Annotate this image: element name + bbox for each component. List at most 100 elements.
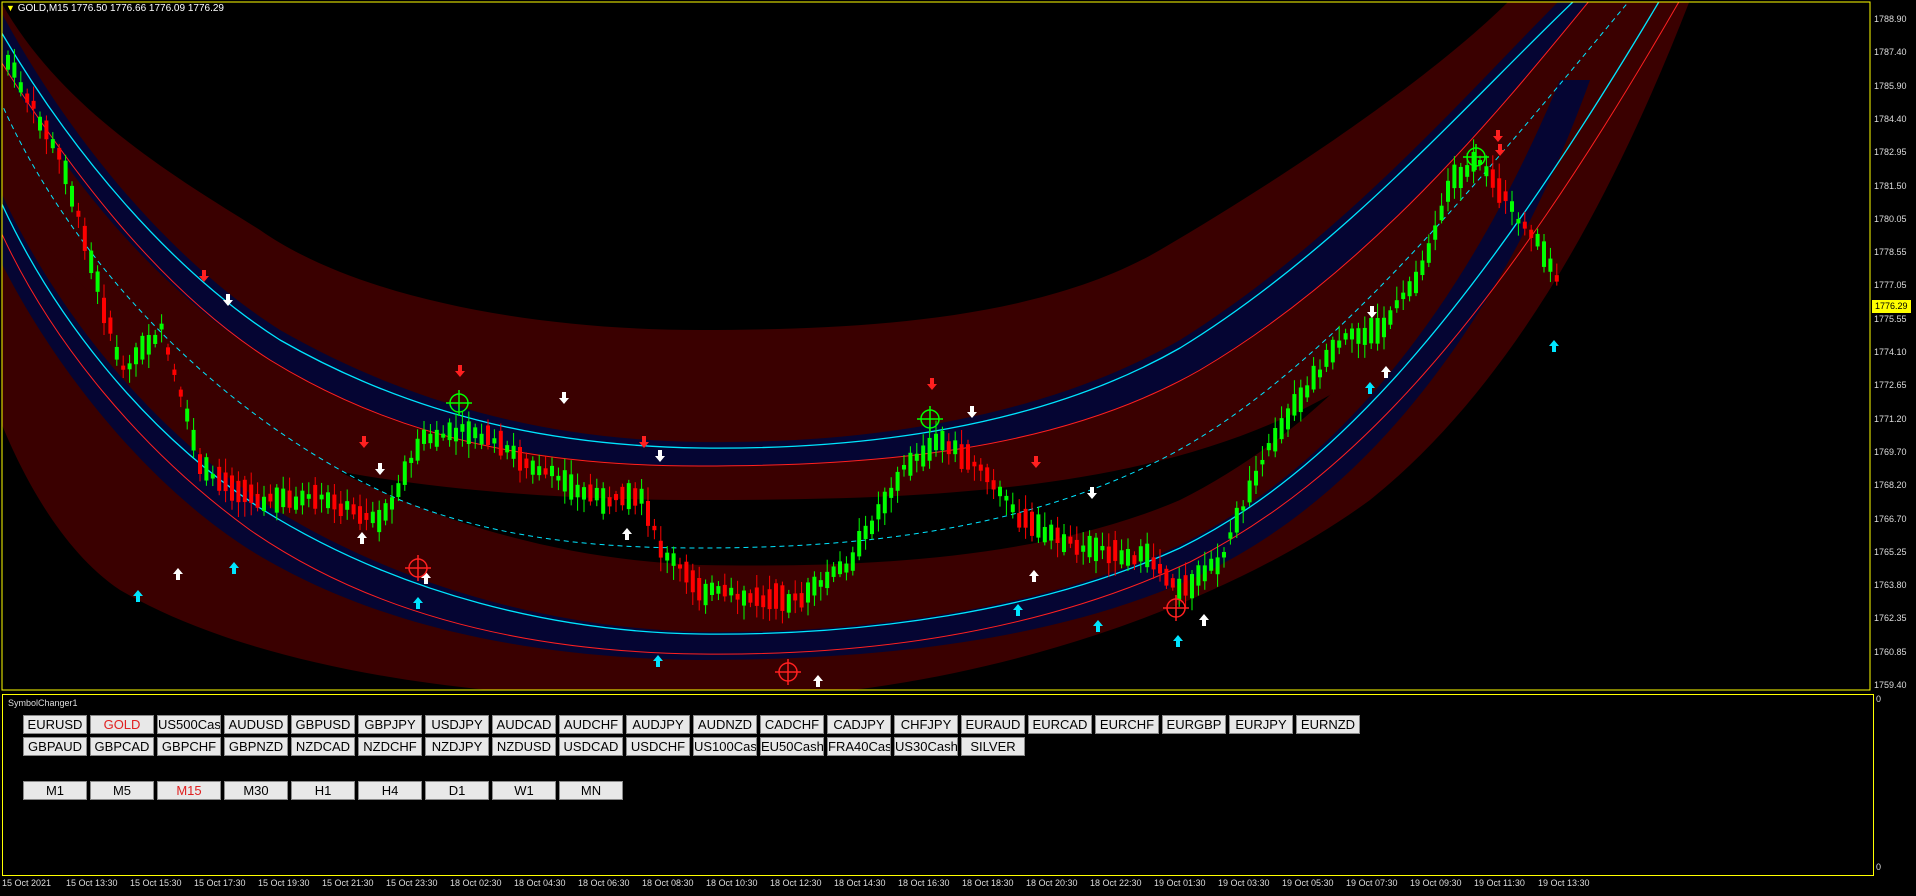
symbol-button-cadjpy[interactable]: CADJPY — [827, 715, 891, 734]
timeframe-button-d1[interactable]: D1 — [425, 781, 489, 800]
price-label: 1784.40 — [1874, 113, 1907, 124]
chart-menu-triangle-icon[interactable]: ▼ — [6, 3, 15, 13]
price-label: 1777.05 — [1874, 280, 1907, 291]
symbol-button-audchf[interactable]: AUDCHF — [559, 715, 623, 734]
symbol-button-gbpusd[interactable]: GBPUSD — [291, 715, 355, 734]
candle-body — [127, 363, 132, 370]
candle-body — [633, 488, 638, 506]
timeframe-button-h1[interactable]: H1 — [291, 781, 355, 800]
candle-body — [946, 441, 951, 455]
symbol-button-silver[interactable]: SILVER — [961, 737, 1025, 756]
candle-body — [1375, 318, 1380, 344]
symbol-button-gbpcad[interactable]: GBPCAD — [90, 737, 154, 756]
symbol-button-gbpjpy[interactable]: GBPJPY — [358, 715, 422, 734]
timeframe-button-w1[interactable]: W1 — [492, 781, 556, 800]
candle-body — [306, 494, 311, 499]
symbol-button-eurnzd[interactable]: EURNZD — [1296, 715, 1360, 734]
symbol-button-us100cash[interactable]: US100Cash — [693, 737, 757, 756]
candle-body — [1158, 563, 1162, 574]
candle-body — [441, 433, 446, 438]
symbol-button-gbpchf[interactable]: GBPCHF — [157, 737, 221, 756]
candle-body — [38, 116, 42, 131]
symbol-button-eurusd[interactable]: EURUSD — [23, 715, 87, 734]
candle-body — [281, 488, 286, 508]
candle-body — [1452, 164, 1457, 189]
candle-body — [556, 475, 561, 481]
candle-body — [620, 486, 625, 506]
candle-body — [409, 457, 414, 463]
candle-body — [684, 561, 689, 583]
symbol-button-eurgbp[interactable]: EURGBP — [1162, 715, 1226, 734]
symbol-button-audusd[interactable]: AUDUSD — [224, 715, 288, 734]
candle-body — [6, 54, 10, 70]
price-label: 1769.70 — [1874, 446, 1907, 457]
candle-body — [703, 583, 708, 606]
candle-body — [1414, 271, 1418, 294]
symbol-button-gbpnzd[interactable]: GBPNZD — [224, 737, 288, 756]
candle-body — [1337, 340, 1342, 348]
candle-body — [313, 484, 318, 509]
candle-body — [358, 506, 362, 524]
symbol-button-usdcad[interactable]: USDCAD — [559, 737, 623, 756]
symbol-button-us500cash[interactable]: US500Cash — [157, 715, 221, 734]
symbol-button-eurjpy[interactable]: EURJPY — [1229, 715, 1293, 734]
symbol-button-cadchf[interactable]: CADCHF — [760, 715, 824, 734]
candle-body — [364, 513, 369, 520]
candle-body — [1388, 310, 1393, 325]
candle-body — [844, 563, 849, 573]
candle-body — [1535, 233, 1540, 247]
candle-body — [1087, 535, 1092, 558]
candle-body — [1081, 545, 1086, 552]
symbol-button-gbpaud[interactable]: GBPAUD — [23, 737, 87, 756]
symbol-button-eu50cash[interactable]: EU50Cash — [760, 737, 824, 756]
candle-body — [966, 444, 970, 470]
symbol-button-audjpy[interactable]: AUDJPY — [626, 715, 690, 734]
time-label: 19 Oct 11:30 — [1474, 878, 1525, 888]
time-label: 19 Oct 05:30 — [1282, 878, 1334, 888]
time-label: 19 Oct 07:30 — [1346, 878, 1398, 888]
timeframe-button-m1[interactable]: M1 — [23, 781, 87, 800]
price-label: 1762.35 — [1874, 613, 1907, 624]
symbol-button-fra40cash[interactable]: FRA40Cash — [827, 737, 891, 756]
symbol-button-usdchf[interactable]: USDCHF — [626, 737, 690, 756]
candle-body — [870, 520, 874, 535]
symbol-button-nzdcad[interactable]: NZDCAD — [291, 737, 355, 756]
symbol-button-usdjpy[interactable]: USDJPY — [425, 715, 489, 734]
timeframe-button-m15[interactable]: M15 — [157, 781, 221, 800]
symbol-button-eurchf[interactable]: EURCHF — [1095, 715, 1159, 734]
symbol-button-chfjpy[interactable]: CHFJPY — [894, 715, 958, 734]
symbol-button-eurcad[interactable]: EURCAD — [1028, 715, 1092, 734]
symbol-button-nzdjpy[interactable]: NZDJPY — [425, 737, 489, 756]
candle-body — [236, 480, 241, 503]
candle-body — [1318, 369, 1322, 378]
candle-body — [294, 496, 298, 510]
candle-body — [383, 503, 388, 521]
candle-body — [166, 347, 170, 355]
symbol-button-gold[interactable]: GOLD — [90, 715, 154, 734]
candle-body — [204, 457, 209, 481]
symbol-button-nzdchf[interactable]: NZDCHF — [358, 737, 422, 756]
timeframe-button-h4[interactable]: H4 — [358, 781, 422, 800]
time-axis[interactable]: 15 Oct 2021 15 Oct 13:30 15 Oct 15:30 15 Oc… — [0, 874, 1916, 896]
candle-body — [562, 470, 567, 492]
candle-body — [185, 408, 190, 422]
timeframe-button-mn[interactable]: MN — [559, 781, 623, 800]
symbol-button-euraud[interactable]: EURAUD — [961, 715, 1025, 734]
candle-body — [102, 297, 106, 324]
symbol-button-us30cash[interactable]: US30Cash — [894, 737, 958, 756]
symbol-button-audnzd[interactable]: AUDNZD — [693, 715, 757, 734]
candle-body — [473, 427, 478, 439]
candle-body — [428, 433, 433, 444]
candle-body — [108, 317, 113, 334]
candle-body — [1529, 229, 1534, 238]
timeframe-button-m30[interactable]: M30 — [224, 781, 288, 800]
time-label: 18 Oct 22:30 — [1090, 878, 1142, 888]
timeframe-button-m5[interactable]: M5 — [90, 781, 154, 800]
symbol-button-audcad[interactable]: AUDCAD — [492, 715, 556, 734]
candle-body — [1222, 551, 1226, 558]
candle-body — [1062, 534, 1066, 553]
chart-window[interactable]: ▼ GOLD,M15 1776.50 1776.66 1776.09 1776.… — [0, 0, 1916, 692]
symbol-button-nzdusd[interactable]: NZDUSD — [492, 737, 556, 756]
price-chart-canvas[interactable] — [0, 0, 1916, 692]
candle-body — [25, 93, 30, 103]
